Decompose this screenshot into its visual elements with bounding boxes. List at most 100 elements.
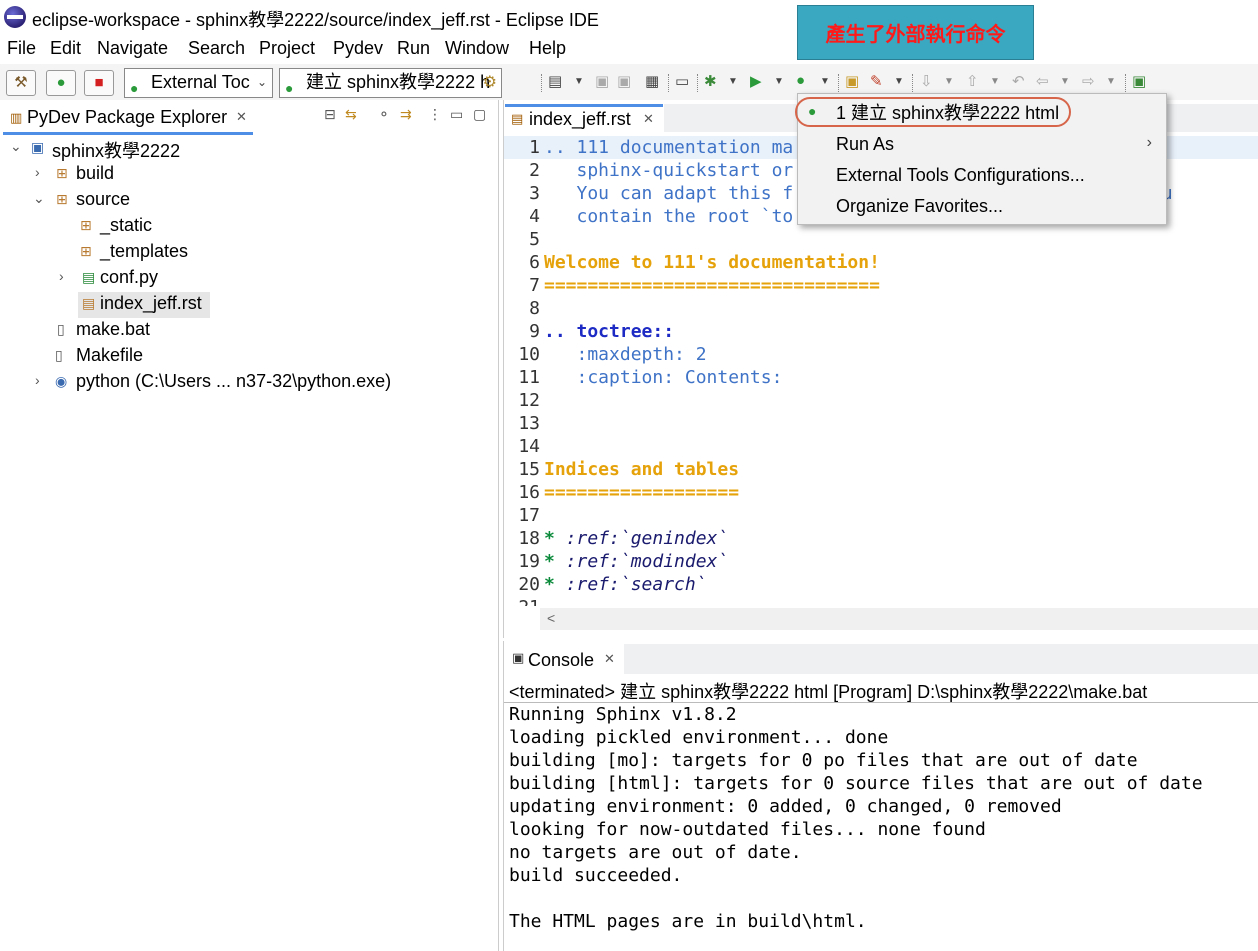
- console-line: build succeeded.: [509, 865, 683, 886]
- code-line[interactable]: 13: [504, 412, 1258, 435]
- console-line: looking for now-outdated files... none f…: [509, 819, 986, 840]
- tab-console[interactable]: ▣ Console ✕: [506, 644, 622, 674]
- chevron-down-icon[interactable]: ▼: [728, 76, 738, 87]
- terminate-button[interactable]: ■: [84, 70, 114, 96]
- code-line[interactable]: 21: [504, 596, 1258, 606]
- chevron-left-icon[interactable]: <: [547, 610, 555, 626]
- menu-item-organize-favorites[interactable]: Organize Favorites...: [836, 196, 1003, 217]
- menu-pydev[interactable]: Pydev: [333, 38, 383, 59]
- tree-item-build[interactable]: › ⊞ build: [0, 162, 498, 188]
- tab-index-jeff-rst[interactable]: ▤ index_jeff.rst ✕: [505, 104, 663, 132]
- menu-project[interactable]: Project: [259, 38, 315, 59]
- next-annotation-icon[interactable]: ⇩: [920, 72, 933, 90]
- tree-item-static[interactable]: ⊞ _static: [0, 214, 498, 240]
- save-all-icon[interactable]: ▣: [617, 72, 631, 90]
- sync-icon[interactable]: ⇉: [400, 106, 412, 123]
- console-output[interactable]: Running Sphinx v1.8.2 loading pickled env…: [509, 703, 1203, 933]
- chevron-down-icon[interactable]: ▼: [1060, 76, 1070, 87]
- rst-file-icon: ▤: [82, 295, 96, 311]
- menu-search[interactable]: Search: [188, 38, 245, 59]
- menu-file[interactable]: File: [7, 38, 36, 59]
- close-icon[interactable]: ✕: [604, 651, 615, 667]
- launch-config-combo[interactable]: ● 建立 sphinx教學2222 h ⚙: [279, 68, 502, 98]
- menu-run[interactable]: Run: [397, 38, 430, 59]
- code-line[interactable]: 20 * :ref:`search`: [504, 573, 1258, 596]
- pen-icon[interactable]: ✎: [870, 72, 883, 90]
- code-line[interactable]: 16 ==================: [504, 481, 1258, 504]
- chevron-down-icon[interactable]: ⌄: [10, 138, 22, 155]
- code-line[interactable]: 7 ===============================: [504, 274, 1258, 297]
- build-hammer-button[interactable]: ⚒: [6, 70, 36, 96]
- run-external-tool-button[interactable]: ●: [46, 70, 76, 96]
- link-editor-icon[interactable]: ⇆: [345, 106, 357, 123]
- new-file-icon[interactable]: ▤: [548, 72, 562, 90]
- back-arrow-icon[interactable]: ⇦: [1036, 72, 1049, 90]
- chevron-down-icon[interactable]: ⌄: [33, 190, 45, 207]
- code-line[interactable]: 15 Indices and tables: [504, 458, 1258, 481]
- chevron-down-icon[interactable]: ▼: [990, 76, 1000, 87]
- code-line[interactable]: 8: [504, 297, 1258, 320]
- menu-window[interactable]: Window: [445, 38, 509, 59]
- code-text: :maxdepth: 2: [544, 344, 707, 365]
- view-menu-icon[interactable]: ⋮: [428, 106, 442, 123]
- debug-bug-icon[interactable]: ✱: [704, 72, 717, 90]
- maximize-icon[interactable]: ▢: [473, 106, 486, 123]
- code-line[interactable]: 10 :maxdepth: 2: [504, 343, 1258, 366]
- chevron-down-icon[interactable]: ▼: [820, 76, 830, 87]
- menu-help[interactable]: Help: [529, 38, 566, 59]
- chevron-down-icon[interactable]: ▼: [1106, 76, 1116, 87]
- open-perspective-icon[interactable]: ▦: [645, 72, 659, 90]
- chevron-down-icon[interactable]: ▼: [774, 76, 784, 87]
- chevron-right-icon[interactable]: ›: [35, 372, 40, 388]
- last-edit-icon[interactable]: ↶: [1012, 72, 1025, 90]
- code-line[interactable]: 18 * :ref:`genindex`: [504, 527, 1258, 550]
- collapse-all-icon[interactable]: ⊟: [324, 106, 336, 123]
- code-line[interactable]: 9.. toctree::: [504, 320, 1258, 343]
- close-icon[interactable]: ✕: [236, 109, 247, 125]
- tree-item-templates[interactable]: ⊞ _templates: [0, 240, 498, 266]
- tree-item-python-interpreter[interactable]: › ◉ python (C:\Users ... n37-32\python.e…: [0, 370, 498, 396]
- tree-item-project[interactable]: ⌄ ▣ sphinx教學2222: [0, 136, 498, 162]
- chevron-down-icon[interactable]: ▼: [574, 76, 584, 87]
- tree-item-makefile[interactable]: ▯ Makefile: [0, 344, 498, 370]
- code-line[interactable]: 14: [504, 435, 1258, 458]
- line-number: 18: [518, 528, 540, 549]
- tree-item-source[interactable]: ⌄ ⊞ source: [0, 188, 498, 214]
- code-line[interactable]: 17: [504, 504, 1258, 527]
- menu-item-launch-config[interactable]: 1 建立 sphinx教學2222 html: [836, 99, 1059, 125]
- code-line[interactable]: 19 * :ref:`modindex`: [504, 550, 1258, 573]
- code-line[interactable]: 12: [504, 389, 1258, 412]
- chevron-down-icon[interactable]: ▼: [944, 76, 954, 87]
- open-type-icon[interactable]: ▣: [845, 72, 859, 90]
- chevron-right-icon[interactable]: ›: [35, 164, 40, 180]
- forward-arrow-icon[interactable]: ⇨: [1082, 72, 1095, 90]
- line-number: 17: [518, 505, 540, 526]
- tree-item-make-bat[interactable]: ▯ make.bat: [0, 318, 498, 344]
- external-tools-icon[interactable]: ●: [796, 72, 805, 89]
- menu-item-external-tools-config[interactable]: External Tools Configurations...: [836, 165, 1085, 186]
- menu-edit[interactable]: Edit: [50, 38, 81, 59]
- menu-navigate[interactable]: Navigate: [97, 38, 168, 59]
- code-line[interactable]: 5: [504, 228, 1258, 251]
- code-line[interactable]: 6 Welcome to 111's documentation!: [504, 251, 1258, 274]
- launch-mode-combo[interactable]: ● External Toc ⌄: [124, 68, 273, 98]
- run-icon[interactable]: ▶: [750, 72, 762, 90]
- line-number: 14: [518, 436, 540, 457]
- menu-item-run-as[interactable]: Run As: [836, 134, 894, 155]
- chevron-down-icon[interactable]: ▼: [894, 76, 904, 87]
- external-tool-icon: ●: [808, 103, 817, 119]
- pin-editor-icon[interactable]: ▣: [1132, 72, 1146, 90]
- chevron-right-icon[interactable]: ›: [59, 268, 64, 284]
- minimize-icon[interactable]: ▭: [450, 106, 463, 123]
- toolbar-separator: [838, 74, 840, 92]
- tree-item-index-jeff-rst[interactable]: ▤ index_jeff.rst: [78, 292, 210, 318]
- prev-annotation-icon[interactable]: ⇧: [966, 72, 979, 90]
- code-line[interactable]: 11 :caption: Contents:: [504, 366, 1258, 389]
- tree-item-conf-py[interactable]: › ▤ conf.py: [0, 266, 498, 292]
- save-icon[interactable]: ▣: [595, 72, 609, 90]
- tab-package-explorer[interactable]: ▥ PyDev Package Explorer ✕: [3, 104, 253, 135]
- console-view-icon[interactable]: ▭: [675, 72, 689, 90]
- close-icon[interactable]: ✕: [643, 111, 654, 127]
- filter-icon[interactable]: ⚬: [378, 106, 390, 123]
- horizontal-scrollbar[interactable]: <: [540, 608, 1258, 630]
